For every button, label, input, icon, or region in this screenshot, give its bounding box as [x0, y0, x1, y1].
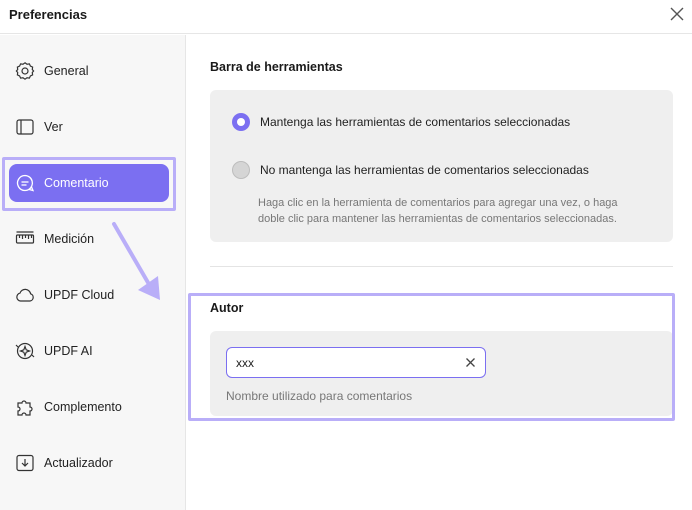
toolbar-hint-line1: Haga clic en la herramienta de comentari… — [258, 197, 618, 209]
sidebar-item-complemento[interactable]: Complemento — [9, 388, 169, 426]
sidebar-item-label: Ver — [44, 120, 63, 134]
radio-no-keep-tools[interactable]: No mantenga las herramientas de comentar… — [232, 161, 589, 179]
sidebar-item-label: Comentario — [44, 176, 109, 190]
ai-icon — [14, 340, 36, 362]
ruler-icon — [14, 228, 36, 250]
radio-selected-indicator[interactable] — [232, 113, 250, 131]
author-section-title: Autor — [210, 301, 244, 315]
radio-no-keep-label: No mantenga las herramientas de comentar… — [260, 163, 589, 177]
view-icon — [14, 116, 36, 138]
clear-icon — [466, 358, 475, 367]
author-name-input[interactable] — [236, 354, 456, 372]
author-hint: Nombre utilizado para comentarios — [226, 389, 413, 403]
clear-input-button[interactable] — [464, 356, 477, 369]
sidebar-item-label: UPDF AI — [44, 344, 93, 358]
sidebar-item-label: General — [44, 64, 89, 78]
sidebar-item-updf-cloud[interactable]: UPDF Cloud — [9, 276, 169, 314]
sidebar — [0, 35, 186, 510]
sidebar-item-medicion[interactable]: Medición — [9, 220, 169, 258]
puzzle-icon — [14, 396, 36, 418]
sidebar-item-label: Actualizador — [44, 456, 113, 470]
update-icon — [14, 452, 36, 474]
cloud-icon — [14, 284, 36, 306]
comment-icon — [14, 172, 36, 194]
sidebar-item-actualizador[interactable]: Actualizador — [9, 444, 169, 482]
radio-keep-label: Mantenga las herramientas de comentarios… — [260, 115, 571, 129]
toolbar-hint-line2: doble clic para mantener las herramienta… — [258, 213, 617, 225]
sidebar-item-label: Complemento — [44, 400, 122, 414]
radio-unselected-indicator[interactable] — [232, 161, 250, 179]
sidebar-item-updf-ai[interactable]: UPDF AI — [9, 332, 169, 370]
sidebar-item-comentario[interactable]: Comentario — [9, 164, 169, 202]
gear-icon — [14, 60, 36, 82]
close-button[interactable] — [667, 4, 687, 24]
window-title: Preferencias — [9, 7, 88, 22]
author-name-field[interactable] — [226, 347, 486, 378]
title-bar: Preferencias — [0, 0, 692, 34]
sidebar-item-ver[interactable]: Ver — [9, 108, 169, 146]
sidebar-item-label: Medición — [44, 232, 95, 246]
radio-keep-tools[interactable]: Mantenga las herramientas de comentarios… — [232, 113, 570, 131]
sidebar-item-label: UPDF Cloud — [44, 288, 115, 302]
close-icon — [670, 7, 684, 21]
sidebar-item-general[interactable]: General — [9, 52, 169, 90]
toolbar-section-title: Barra de herramientas — [210, 60, 343, 74]
section-divider — [210, 266, 673, 267]
